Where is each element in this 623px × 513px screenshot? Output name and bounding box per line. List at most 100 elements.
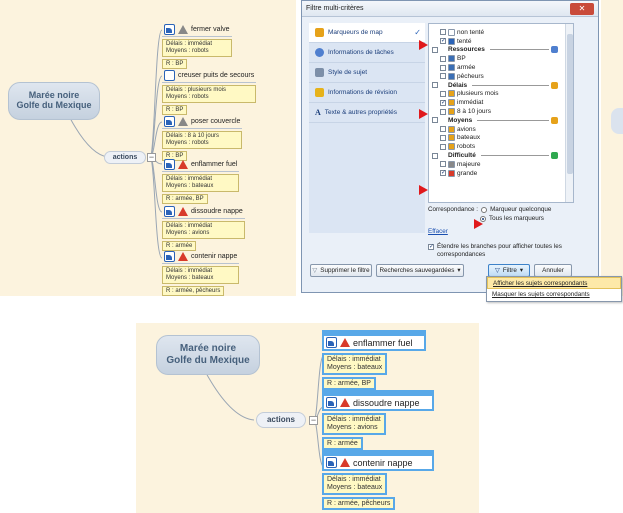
topic-contenir-nappe[interactable]: contenir nappe Délais : immédiat Moyens …: [162, 250, 240, 296]
marker-label: majeure: [457, 160, 481, 168]
collapse-toggle[interactable]: −: [147, 153, 156, 162]
group-checkbox[interactable]: [432, 82, 438, 89]
topic-notes: Délais : 8 à 10 jours Moyens : robots: [162, 131, 243, 149]
marker-item[interactable]: ✓ tenté: [432, 37, 561, 46]
marker-item[interactable]: 8 à 10 jours: [432, 107, 561, 116]
extend-branches-checkbox[interactable]: ✓: [428, 244, 434, 250]
marker-checkbox[interactable]: [440, 90, 446, 97]
menu-item-show-matching[interactable]: Afficher les sujets correspondants: [487, 277, 621, 289]
marker-checkbox[interactable]: ✓: [440, 99, 446, 106]
topic-fermer-valve[interactable]: fermer valve Délais : immédiat Moyens : …: [162, 23, 232, 69]
topic-title-row[interactable]: dissoudre nappe: [322, 394, 434, 411]
marker-checkbox[interactable]: [440, 143, 446, 150]
marker-label: 8 à 10 jours: [457, 108, 491, 116]
vertical-scrollbar[interactable]: [565, 24, 573, 202]
topic-contenir-nappe[interactable]: contenir nappe Délais : immédiat Moyens …: [322, 450, 434, 511]
topic-title-row[interactable]: fermer valve: [162, 23, 232, 37]
category-text-properties[interactable]: A Texte & autres propriétés: [309, 103, 425, 123]
saved-searches-label: Recherches sauvegardées: [379, 267, 455, 274]
group-label: Moyens: [448, 116, 473, 124]
topic-enflammer-fuel[interactable]: enflammer fuel Délais : immédiat Moyens …: [322, 330, 426, 391]
group-divider: [480, 155, 549, 157]
group-checkbox[interactable]: [432, 152, 438, 159]
category-task-info[interactable]: Informations de tâches: [309, 43, 425, 63]
priority-triangle-icon: [178, 25, 188, 34]
topic-dissoudre-nappe[interactable]: dissoudre nappe Délais : immédiat Moyens…: [162, 205, 245, 251]
marker-checkbox[interactable]: [440, 108, 446, 115]
note-delais: Délais : immédiat: [327, 356, 381, 363]
topic-title: poser couvercle: [191, 118, 241, 125]
topic-enflammer-fuel[interactable]: enflammer fuel Délais : immédiat Moyens …: [162, 158, 240, 204]
marker-group-header[interactable]: Difficulté: [432, 151, 561, 160]
topic-notes: Délais : immédiat Moyens : bateaux: [162, 266, 240, 284]
marker-item[interactable]: robots: [432, 142, 561, 151]
task-icon: [164, 116, 175, 127]
marker-group-header[interactable]: Délais: [432, 81, 561, 90]
marker-group-header[interactable]: Moyens: [432, 116, 561, 125]
marker-checkbox[interactable]: [440, 126, 446, 133]
mindmap-panel-full: Marée noire Golfe du Mexique actions − f…: [0, 0, 296, 296]
marker-item[interactable]: majeure: [432, 160, 561, 169]
central-topic[interactable]: Marée noire Golfe du Mexique: [8, 82, 100, 120]
annotation-arrow: [419, 109, 428, 119]
category-revision-info[interactable]: Informations de révision: [309, 83, 425, 103]
marker-checkbox[interactable]: ✓: [440, 170, 446, 177]
actions-label: actions: [266, 415, 295, 424]
topic-title: contenir nappe: [191, 253, 238, 260]
topic-title-row[interactable]: contenir nappe: [322, 454, 434, 471]
resource-label: R : armée, BP: [322, 377, 376, 391]
topic-dissoudre-nappe[interactable]: dissoudre nappe Délais : immédiat Moyens…: [322, 390, 434, 451]
marker-item[interactable]: ✓ grande: [432, 169, 561, 178]
category-map-markers[interactable]: Marqueurs de map ✓: [309, 23, 425, 43]
topic-notes: Délais : plusieurs mois Moyens : robots: [162, 85, 257, 103]
topic-title-row[interactable]: enflammer fuel: [162, 158, 240, 172]
topic-poser-couvercle[interactable]: poser couvercle Délais : 8 à 10 jours Mo…: [162, 115, 243, 161]
remove-filter-label: Supprimer le filtre: [320, 267, 370, 274]
marker-group-header[interactable]: Ressources: [432, 46, 561, 55]
topic-title-row[interactable]: poser couvercle: [162, 115, 243, 129]
central-topic-line1: Marée noire: [28, 90, 80, 100]
filter-category-list: Marqueurs de map ✓ Informations de tâche…: [309, 23, 425, 233]
topic-title-row[interactable]: contenir nappe: [162, 250, 240, 264]
topic-notes: Délais : immédiat Moyens : avions: [162, 221, 245, 239]
clear-link[interactable]: Effacer: [428, 228, 448, 235]
marker-checkbox[interactable]: [440, 73, 446, 80]
saved-searches-button[interactable]: Recherches sauvegardées ▾: [376, 264, 464, 277]
marker-item[interactable]: plusieurs mois: [432, 90, 561, 99]
remove-filter-button[interactable]: ▽ Supprimer le filtre: [310, 264, 372, 277]
central-topic[interactable]: Marée noire Golfe du Mexique: [156, 335, 260, 375]
topic-title: enflammer fuel: [191, 161, 238, 168]
task-icon: [326, 457, 337, 468]
marker-item[interactable]: avions: [432, 125, 561, 134]
marker-checkbox[interactable]: [440, 29, 446, 36]
group-checkbox[interactable]: [432, 46, 438, 53]
marker-checkbox[interactable]: [440, 55, 446, 62]
marker-checkbox[interactable]: [440, 134, 446, 141]
marker-item[interactable]: bateaux: [432, 134, 561, 143]
marker-checkbox[interactable]: ✓: [440, 38, 446, 45]
radio-any-marker[interactable]: [481, 206, 488, 213]
central-topic-peek: [611, 108, 623, 134]
menu-item-hide-matching[interactable]: Masquer les sujets correspondants: [487, 289, 621, 301]
option-any-label: Marqueur quelconque: [490, 206, 552, 213]
topic-title-row[interactable]: dissoudre nappe: [162, 205, 245, 219]
marker-item[interactable]: ✓ immédiat: [432, 98, 561, 107]
group-checkbox[interactable]: [432, 117, 438, 124]
collapse-toggle[interactable]: −: [309, 416, 318, 425]
category-topic-style[interactable]: Style de sujet: [309, 63, 425, 83]
scrollbar-thumb[interactable]: [567, 34, 573, 174]
marker-item[interactable]: pêcheurs: [432, 72, 561, 81]
close-button[interactable]: ✕: [570, 3, 594, 15]
topic-title-row[interactable]: creuser puits de secours: [162, 69, 257, 83]
marker-item[interactable]: non tenté: [432, 28, 561, 37]
marker-item[interactable]: BP: [432, 54, 561, 63]
marker-checkbox[interactable]: [440, 161, 446, 168]
topic-creuser-puits[interactable]: creuser puits de secours Délais : plusie…: [162, 69, 257, 115]
note-moyens: Moyens : avions: [166, 229, 210, 236]
marker-checkbox[interactable]: [440, 64, 446, 71]
note-delais: Délais : immédiat: [327, 476, 381, 483]
topic-title-row[interactable]: enflammer fuel: [322, 334, 426, 351]
actions-topic[interactable]: actions: [104, 151, 146, 164]
actions-topic[interactable]: actions: [256, 412, 306, 428]
marker-item[interactable]: armée: [432, 63, 561, 72]
